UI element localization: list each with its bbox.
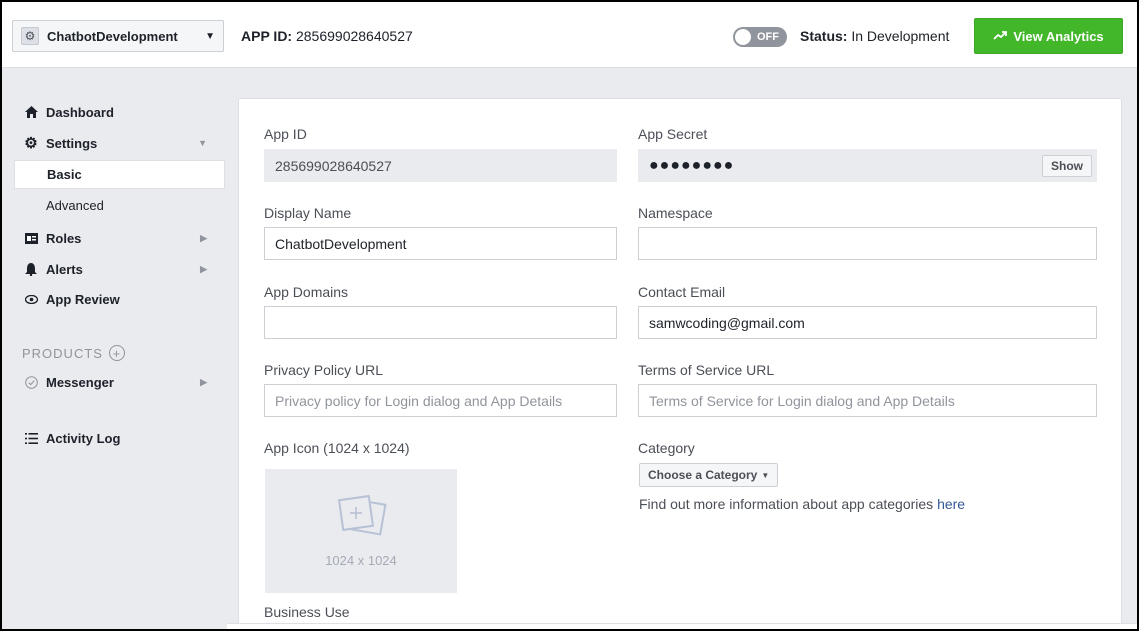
status-value: In Development — [851, 28, 950, 44]
add-image-icon — [333, 494, 389, 543]
id-card-icon — [22, 232, 40, 244]
toggle-knob — [735, 29, 751, 45]
app-secret-value: ●●●●●●●● — [649, 156, 735, 174]
gear-icon: ⚙ — [24, 135, 38, 152]
business-use-label: Business Use — [264, 604, 350, 620]
sidebar-label-basic: Basic — [47, 167, 82, 182]
trending-up-icon — [993, 29, 1008, 43]
sidebar-item-activity-log[interactable]: Activity Log — [22, 426, 217, 450]
contact-email-label: Contact Email — [638, 284, 726, 300]
footer-bar — [227, 623, 1137, 629]
list-icon — [22, 432, 40, 444]
status-label: Status: — [800, 28, 848, 44]
app-window: ⚙ ChatbotDevelopment ▼ APP ID: 285699028… — [0, 0, 1139, 631]
contact-email-input[interactable]: samwcoding@gmail.com — [638, 306, 1097, 339]
terms-of-service-input[interactable]: Terms of Service for Login dialog and Ap… — [638, 384, 1097, 417]
choose-category-dropdown[interactable]: Choose a Category ▼ — [639, 463, 779, 487]
app-id-field-label: App ID — [264, 126, 307, 142]
app-icon-size-text: 1024 x 1024 — [325, 553, 397, 568]
check-circle-icon — [22, 375, 40, 389]
app-logo-icon: ⚙ — [21, 27, 39, 45]
view-analytics-label: View Analytics — [1013, 28, 1104, 44]
app-switcher[interactable]: ⚙ ChatbotDevelopment ▼ — [12, 20, 224, 52]
chevron-right-icon: ▶ — [200, 376, 207, 387]
sidebar-label-settings: Settings — [46, 135, 98, 151]
app-id-value: 285699028640527 — [295, 28, 413, 44]
privacy-policy-label: Privacy Policy URL — [264, 362, 384, 378]
sidebar-label-activity-log: Activity Log — [46, 430, 121, 446]
chevron-right-icon: ▶ — [200, 232, 207, 243]
app-secret-field[interactable]: ●●●●●●●● Show — [638, 149, 1097, 182]
sidebar-item-app-review[interactable]: App Review — [22, 287, 217, 311]
choose-category-label: Choose a Category — [648, 468, 758, 482]
app-domains-input[interactable] — [264, 306, 617, 339]
display-name-label: Display Name — [264, 205, 352, 221]
basic-settings-panel: App ID 285699028640527 App Secret ●●●●●●… — [238, 98, 1122, 629]
sidebar-item-basic[interactable]: Basic — [14, 160, 225, 189]
caret-down-icon: ▼ — [205, 30, 215, 42]
chevron-down-icon: ▼ — [198, 138, 207, 148]
category-label: Category — [638, 440, 695, 456]
sidebar-label-dashboard: Dashboard — [46, 104, 114, 120]
sidebar-item-settings[interactable]: ⚙ Settings ▼ — [22, 131, 217, 155]
sidebar-label-messenger: Messenger — [46, 374, 114, 390]
app-id-label: APP ID: — [241, 28, 293, 44]
app-id-display: APP ID: 285699028640527 — [241, 28, 413, 44]
status-display: Status: In Development — [800, 28, 949, 44]
products-label: PRODUCTS — [22, 345, 103, 361]
view-analytics-button[interactable]: View Analytics — [974, 18, 1123, 54]
bell-icon — [22, 262, 40, 276]
home-icon — [22, 106, 40, 118]
app-icon-upload[interactable]: 1024 x 1024 — [265, 469, 457, 593]
toggle-label: OFF — [757, 31, 779, 43]
sidebar-label-app-review: App Review — [46, 291, 120, 307]
app-secret-label: App Secret — [638, 126, 708, 142]
app-name: ChatbotDevelopment — [47, 28, 178, 44]
sidebar-item-roles[interactable]: Roles ▶ — [22, 226, 217, 250]
namespace-label: Namespace — [638, 205, 713, 221]
namespace-input[interactable] — [638, 227, 1097, 260]
sidebar-label-alerts: Alerts — [46, 261, 83, 277]
sidebar: Dashboard ⚙ Settings ▼ Basic Advanced Ro… — [2, 68, 227, 629]
terms-of-service-label: Terms of Service URL — [638, 362, 775, 378]
app-icon-label: App Icon (1024 x 1024) — [264, 440, 410, 456]
display-name-input[interactable]: ChatbotDevelopment — [264, 227, 617, 260]
caret-down-icon: ▼ — [761, 470, 770, 480]
show-secret-button[interactable]: Show — [1042, 155, 1092, 177]
privacy-policy-input[interactable]: Privacy policy for Login dialog and App … — [264, 384, 617, 417]
app-domains-label: App Domains — [264, 284, 349, 300]
category-note: Find out more information about app cate… — [639, 496, 965, 512]
category-note-text: Find out more information about app cate… — [639, 496, 934, 512]
sidebar-item-dashboard[interactable]: Dashboard — [22, 100, 217, 124]
add-product-icon[interactable]: + — [108, 345, 125, 361]
products-header: PRODUCTS + — [22, 345, 125, 361]
sidebar-item-alerts[interactable]: Alerts ▶ — [22, 257, 217, 281]
sidebar-label-roles: Roles — [46, 230, 82, 246]
sidebar-label-advanced: Advanced — [46, 198, 104, 213]
sidebar-item-messenger[interactable]: Messenger ▶ — [22, 370, 217, 394]
sidebar-item-advanced[interactable]: Advanced — [14, 191, 225, 220]
app-id-field[interactable]: 285699028640527 — [264, 149, 617, 182]
category-info-link[interactable]: here — [937, 496, 965, 512]
chevron-right-icon: ▶ — [200, 263, 207, 274]
live-mode-toggle[interactable]: OFF — [733, 27, 787, 47]
top-bar: ⚙ ChatbotDevelopment ▼ APP ID: 285699028… — [2, 2, 1137, 68]
eye-icon — [22, 294, 40, 304]
